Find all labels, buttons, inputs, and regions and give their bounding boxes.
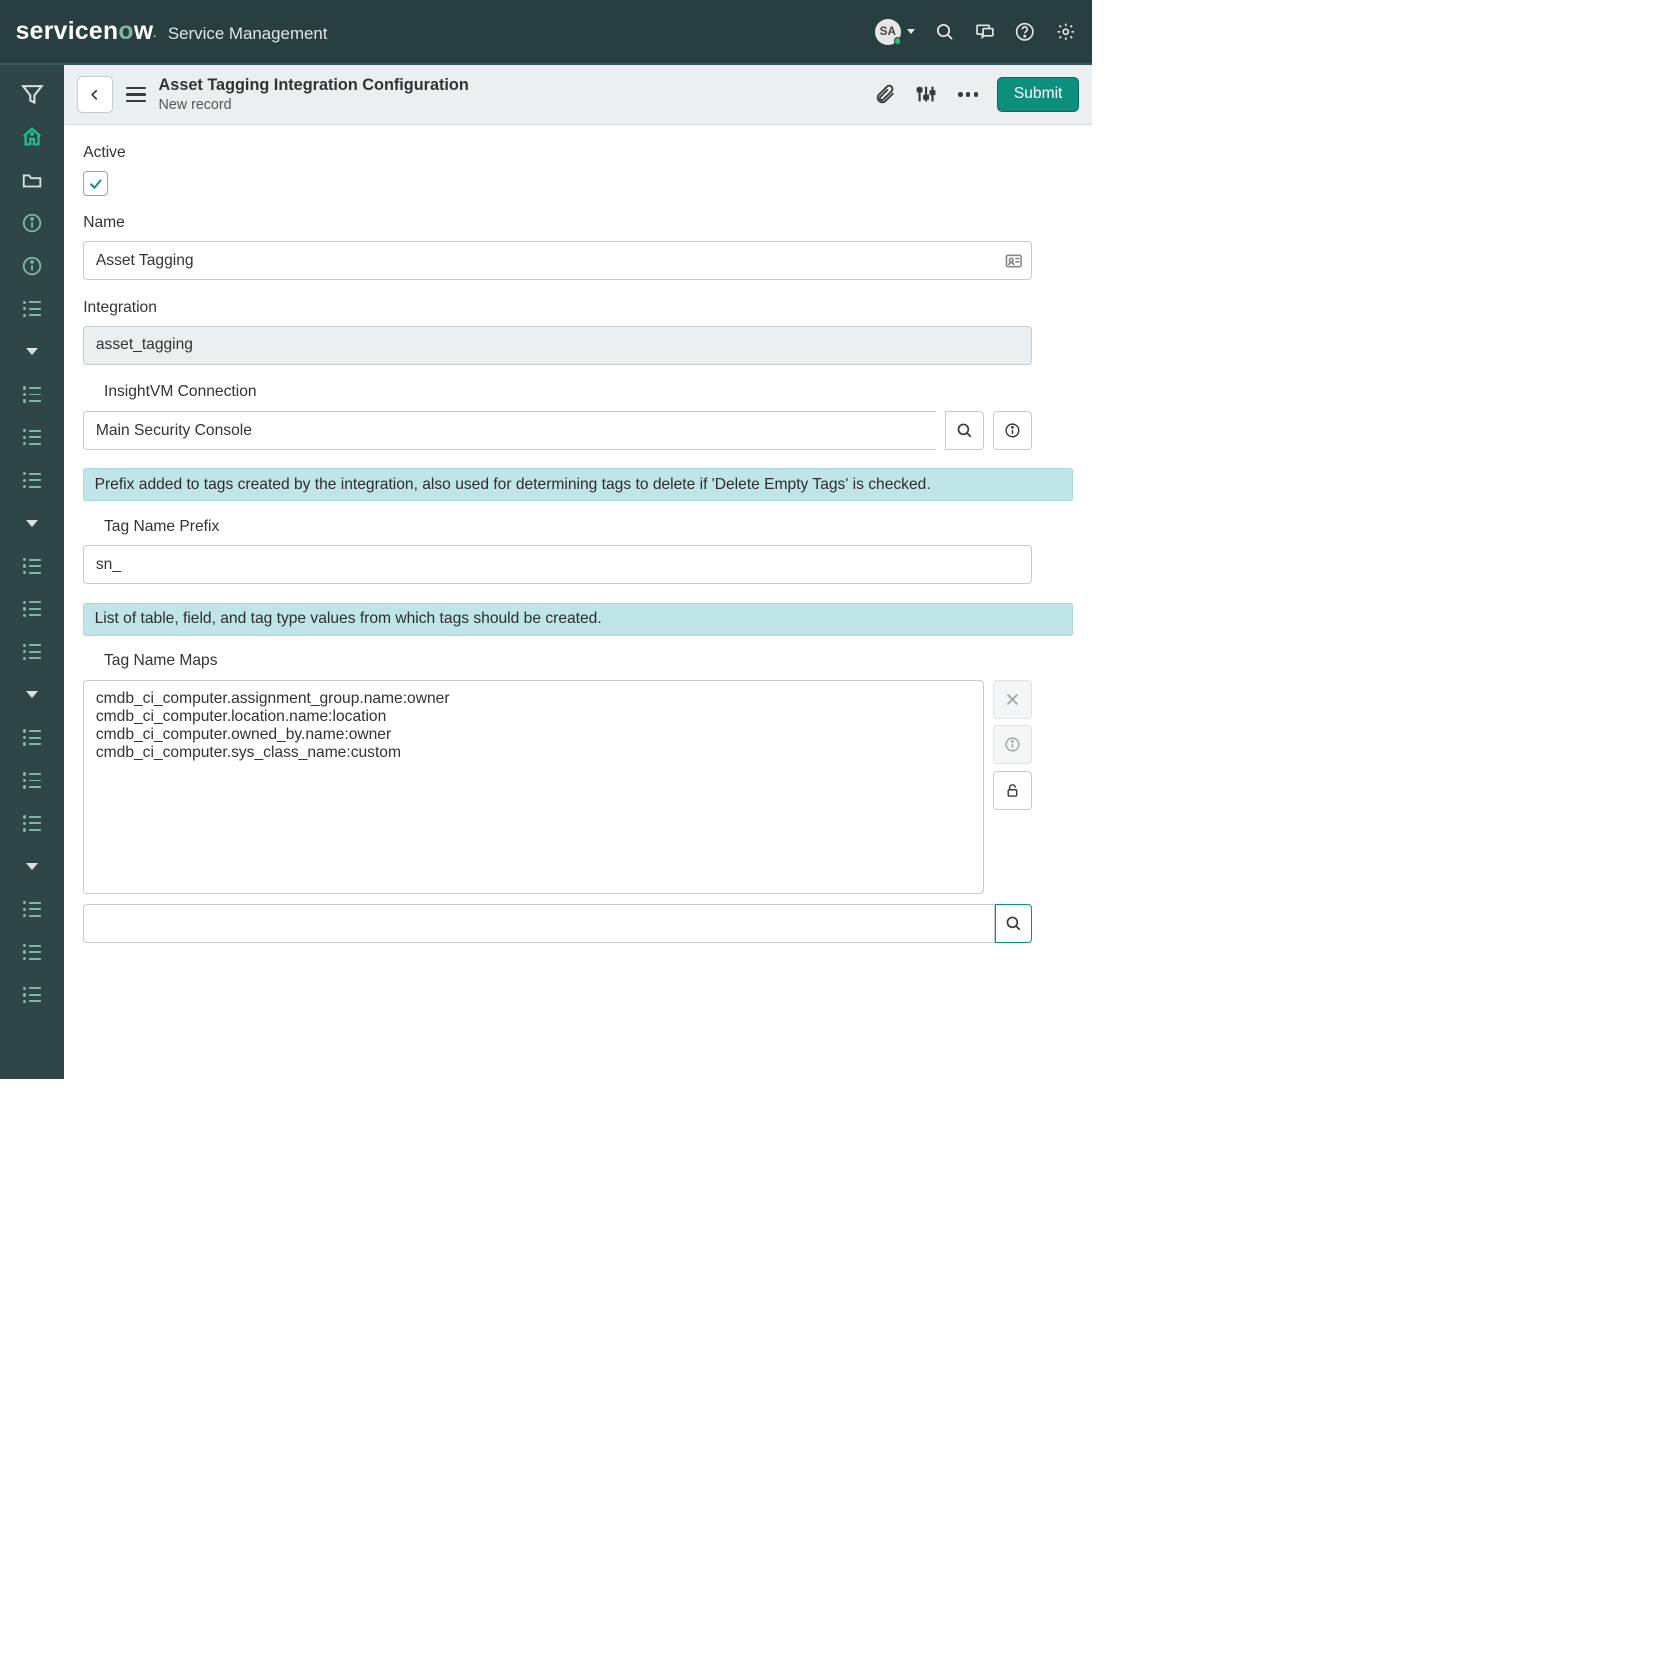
required-star-icon: [83, 517, 97, 536]
maps-info-banner: List of table, field, and tag type value…: [83, 603, 1072, 636]
connection-info-icon[interactable]: [993, 411, 1032, 450]
field-name: Name: [83, 214, 1032, 280]
nav-collapse-icon-4[interactable]: [0, 845, 64, 888]
top-header-right: SA: [875, 19, 1077, 45]
maps-label: Tag Name Maps: [83, 651, 1032, 670]
integration-label: Integration: [83, 299, 1032, 317]
maps-info-icon[interactable]: [993, 725, 1032, 764]
nav-collapse-icon-2[interactable]: [0, 502, 64, 545]
avatar-initials: SA: [880, 25, 896, 38]
brand-text-n: n: [103, 18, 118, 46]
active-checkbox[interactable]: [83, 171, 108, 196]
nav-list-icon-9[interactable]: [0, 759, 64, 802]
nav-folder-icon[interactable]: [0, 159, 64, 202]
prefix-label-text: Tag Name Prefix: [104, 518, 219, 536]
nav-list-icon-11[interactable]: [0, 888, 64, 931]
brand-block: servicenow. Service Management: [16, 18, 328, 46]
connection-lookup-icon[interactable]: [945, 411, 984, 450]
nav-list-icon-8[interactable]: [0, 716, 64, 759]
presence-indicator: [894, 37, 902, 45]
nav-list-icon-12[interactable]: [0, 931, 64, 974]
user-menu[interactable]: SA: [875, 19, 916, 45]
prefix-input[interactable]: [83, 545, 1032, 584]
more-options-icon[interactable]: [956, 82, 981, 107]
brand-subtitle: Service Management: [168, 24, 328, 44]
field-integration: Integration: [83, 299, 1032, 365]
required-star-icon: [83, 383, 97, 402]
brand-text-o: o: [118, 18, 133, 46]
personalize-form-icon[interactable]: [914, 82, 939, 107]
brand-dot: .: [153, 29, 156, 39]
content-area: Asset Tagging Integration Configuration …: [64, 65, 1092, 1079]
maps-clear-icon[interactable]: [993, 680, 1032, 719]
prefix-label: Tag Name Prefix: [83, 517, 1032, 536]
nav-filter-icon[interactable]: [0, 73, 64, 116]
nav-list-icon-4[interactable]: [0, 459, 64, 502]
name-input[interactable]: [83, 241, 1032, 280]
nav-list-icon-2[interactable]: [0, 373, 64, 416]
maps-search-input[interactable]: [83, 904, 995, 943]
maps-side-buttons: [993, 680, 1032, 810]
maps-label-text: Tag Name Maps: [104, 652, 218, 670]
help-icon[interactable]: [1014, 20, 1036, 42]
form-menu-icon[interactable]: [122, 83, 149, 106]
prefix-info-banner: Prefix added to tags created by the inte…: [83, 468, 1072, 501]
connection-label-text: InsightVM Connection: [104, 383, 257, 401]
active-label: Active: [83, 144, 1032, 162]
connection-input[interactable]: [83, 411, 936, 450]
avatar: SA: [875, 19, 901, 45]
nav-list-icon-3[interactable]: [0, 416, 64, 459]
nav-home-icon[interactable]: [0, 116, 64, 159]
field-active: Active: [83, 144, 1032, 196]
nav-info-icon-1[interactable]: [0, 201, 64, 244]
nav-list-icon-1[interactable]: [0, 287, 64, 330]
integration-input: [83, 326, 1032, 365]
nav-list-icon-6[interactable]: [0, 587, 64, 630]
field-prefix: Tag Name Prefix: [83, 517, 1032, 584]
nav-collapse-icon-3[interactable]: [0, 673, 64, 716]
brand-text-prefix: service: [16, 18, 103, 46]
brand-text-suffix: w: [134, 18, 154, 46]
submit-button[interactable]: Submit: [997, 77, 1079, 113]
chevron-down-icon: [907, 29, 915, 34]
nav-list-icon-7[interactable]: [0, 630, 64, 673]
back-button[interactable]: [77, 76, 113, 112]
maps-search-icon[interactable]: [995, 904, 1033, 943]
required-star-icon: [83, 651, 97, 670]
attachments-icon[interactable]: [873, 82, 898, 107]
form-body: Active Name Integration: [64, 125, 1092, 976]
page-title: Asset Tagging Integration Configuration: [159, 76, 469, 95]
page-header-actions: Submit: [873, 77, 1079, 113]
brand-logo: servicenow.: [16, 18, 157, 46]
nav-list-icon-10[interactable]: [0, 802, 64, 845]
nav-collapse-icon-1[interactable]: [0, 330, 64, 373]
page-subtitle: New record: [159, 97, 469, 113]
settings-icon[interactable]: [1054, 20, 1076, 42]
name-card-icon[interactable]: [1004, 251, 1024, 271]
chat-icon[interactable]: [974, 20, 996, 42]
name-label: Name: [83, 214, 1032, 232]
page-header: Asset Tagging Integration Configuration …: [64, 65, 1092, 125]
page-title-block: Asset Tagging Integration Configuration …: [159, 76, 469, 112]
nav-list-icon-13[interactable]: [0, 974, 64, 1017]
top-header: servicenow. Service Management SA: [0, 0, 1092, 65]
maps-lock-icon[interactable]: [993, 771, 1032, 810]
field-connection: InsightVM Connection: [83, 383, 1032, 450]
global-search-icon[interactable]: [933, 20, 955, 42]
left-nav-rail: [0, 65, 64, 1079]
connection-label: InsightVM Connection: [83, 383, 1032, 402]
nav-info-icon-2[interactable]: [0, 244, 64, 287]
nav-list-icon-5[interactable]: [0, 545, 64, 588]
maps-textarea[interactable]: [83, 680, 984, 894]
field-maps: Tag Name Maps: [83, 651, 1032, 943]
